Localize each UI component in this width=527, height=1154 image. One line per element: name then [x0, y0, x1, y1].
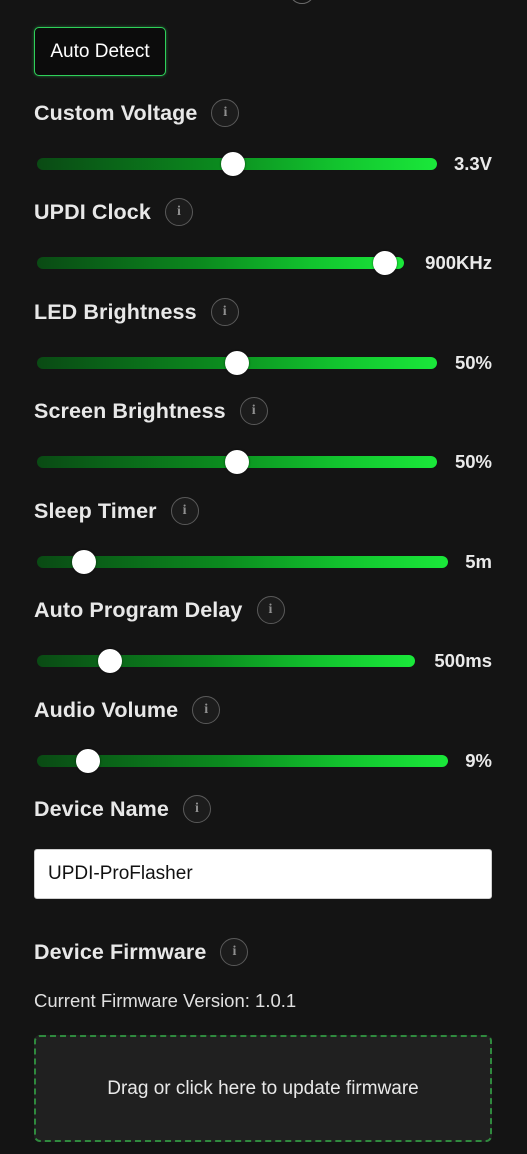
firmware-version-text: Current Firmware Version: 1.0.1 [34, 990, 297, 1011]
updi-clock-label-row: UPDI Clock i [34, 197, 193, 227]
auto-program-delay-value: 500ms [434, 650, 492, 671]
custom-voltage-label: Custom Voltage [34, 100, 198, 125]
updi-clock-value: 900KHz [425, 252, 492, 273]
info-icon[interactable]: i [211, 99, 240, 127]
settings-page: Auto Detect Custom Voltage i 3.3V UPDI C… [0, 0, 527, 1154]
slider-thumb[interactable] [97, 649, 122, 673]
custom-voltage-slider[interactable] [37, 149, 437, 179]
device-name-label: Device Name [34, 796, 169, 821]
info-icon[interactable]: i [256, 596, 285, 624]
sleep-timer-value: 5m [465, 551, 492, 572]
device-name-label-row: Device Name i [34, 794, 211, 824]
device-firmware-label: Device Firmware [34, 939, 207, 964]
updi-clock-slider[interactable] [37, 248, 404, 278]
sleep-timer-slider[interactable] [37, 547, 448, 577]
info-icon[interactable]: i [192, 696, 221, 724]
device-name-input[interactable] [34, 849, 492, 899]
info-icon[interactable]: i [170, 497, 199, 525]
updi-clock-label: UPDI Clock [34, 199, 151, 224]
info-icon[interactable]: i [220, 938, 249, 966]
audio-volume-label: Audio Volume [34, 697, 179, 722]
custom-voltage-value: 3.3V [453, 153, 492, 174]
slider-thumb[interactable] [71, 550, 96, 574]
custom-voltage-label-row: Custom Voltage i [34, 98, 240, 128]
info-icon[interactable]: i [182, 795, 211, 823]
screen-brightness-value: 50% [454, 451, 492, 472]
slider-thumb[interactable] [373, 251, 397, 275]
auto-program-delay-slider[interactable] [37, 646, 415, 676]
audio-volume-label-row: Audio Volume i [34, 695, 221, 725]
led-brightness-slider[interactable] [37, 348, 437, 378]
sleep-timer-label: Sleep Timer [34, 498, 157, 523]
auto-program-delay-label: Auto Program Delay [34, 597, 243, 622]
info-icon[interactable]: i [239, 397, 268, 425]
slider-track[interactable] [37, 257, 404, 269]
slider-thumb[interactable] [221, 152, 246, 176]
screen-brightness-slider[interactable] [37, 447, 437, 477]
slider-track[interactable] [37, 655, 415, 667]
audio-volume-value: 9% [465, 750, 492, 771]
auto-detect-button[interactable]: Auto Detect [34, 27, 166, 76]
firmware-upload-dropzone[interactable]: Drag or click here to update firmware [34, 1035, 492, 1142]
slider-thumb[interactable] [225, 351, 249, 375]
slider-thumb[interactable] [225, 450, 249, 474]
led-brightness-label-row: LED Brightness i [34, 297, 239, 327]
device-firmware-label-row: Device Firmware i [34, 937, 249, 967]
slider-thumb[interactable] [75, 749, 100, 773]
info-icon[interactable]: i [164, 198, 193, 226]
auto-program-delay-label-row: Auto Program Delay i [34, 595, 285, 625]
screen-brightness-label: Screen Brightness [34, 398, 226, 423]
led-brightness-value: 50% [454, 352, 492, 373]
screen-brightness-label-row: Screen Brightness i [34, 396, 268, 426]
audio-volume-slider[interactable] [37, 746, 448, 776]
info-icon[interactable]: i [210, 298, 239, 326]
led-brightness-label: LED Brightness [34, 299, 197, 324]
slider-track[interactable] [37, 556, 448, 568]
sleep-timer-label-row: Sleep Timer i [34, 496, 199, 526]
dropzone-label: Drag or click here to update firmware [107, 1077, 419, 1099]
info-icon[interactable] [289, 0, 315, 4]
